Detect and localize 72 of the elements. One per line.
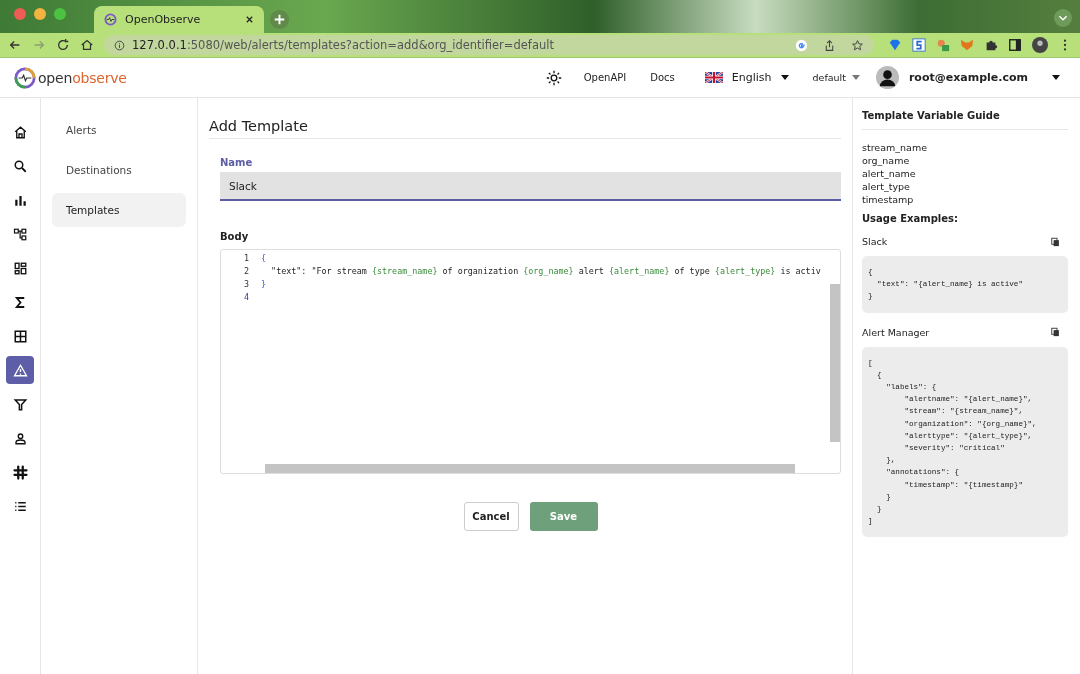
code-editor[interactable]: 1 { 2 "text": "For stream {stream_name} of organization {org_name} alert {alert_name} of type {alert_type} is activ 3 } 4: [220, 249, 841, 474]
user-icon: [14, 432, 26, 444]
submenu-item[interactable]: Templates: [52, 193, 186, 227]
logo-icon: [104, 13, 117, 26]
flag-icon: [704, 72, 723, 83]
code-line: {: [261, 252, 267, 263]
minimize-window-button[interactable]: [34, 8, 46, 20]
home-icon[interactable]: [80, 38, 94, 52]
variable-name: alert_name: [862, 168, 917, 179]
logo-icon: [14, 66, 36, 89]
table-icon: [14, 330, 26, 342]
copy-icon[interactable]: [1051, 236, 1060, 247]
guide-title: Template Variable Guide: [862, 110, 1068, 130]
header-link[interactable]: OpenAPI: [583, 72, 627, 83]
sigma-icon: [14, 296, 25, 308]
cancel-button[interactable]: Cancel: [463, 502, 519, 531]
caret-icon: [1052, 75, 1060, 80]
back-arrow-icon[interactable]: [8, 38, 22, 52]
line-number: 3: [242, 278, 249, 289]
submenu-item[interactable]: Alerts: [52, 113, 186, 147]
search-icon: [14, 160, 27, 173]
organization-selector[interactable]: default: [812, 72, 860, 83]
bar-chart-icon: [14, 195, 26, 206]
list-icon: [14, 501, 26, 511]
section-title: Usage Examples:: [862, 213, 959, 224]
reload-icon[interactable]: [56, 38, 70, 52]
scrollbar[interactable]: [830, 284, 840, 442]
user-menu[interactable]: root@example.com: [875, 66, 1060, 89]
avatar-icon: [875, 66, 899, 89]
line-number: 2: [242, 265, 249, 276]
variable-name: alert_type: [862, 181, 911, 192]
google-icon[interactable]: [795, 38, 808, 52]
header-link[interactable]: Docs: [650, 72, 675, 83]
dashboard-icon: [14, 262, 26, 274]
example-title: Slack: [862, 236, 888, 247]
line-number: 1: [242, 252, 249, 263]
address-bar[interactable]: 127.0.0.1:5080/web/alerts/templates?action=add&org_identifier=default: [104, 35, 874, 55]
example-title: Alert Manager: [862, 326, 930, 338]
sidebar-icon[interactable]: [1008, 38, 1022, 52]
profile-avatar-icon[interactable]: [1032, 37, 1048, 53]
field-label: Body: [220, 231, 250, 242]
code-line: "text": "For stream {stream_name} of organization {org_name} alert {alert_name} of type {alert_type} is activ: [270, 265, 821, 276]
browser-tab[interactable]: OpenObserve: [94, 6, 264, 33]
name-input-field[interactable]: Slack: [220, 172, 841, 201]
code-line: }: [261, 278, 267, 289]
share-icon[interactable]: [823, 38, 836, 52]
submenu-item[interactable]: Destinations: [52, 153, 186, 187]
scrollbar[interactable]: [265, 464, 795, 473]
page-title: Add Template: [209, 118, 841, 139]
warning-icon: [12, 363, 28, 376]
puzzle-icon[interactable]: [984, 38, 998, 52]
caret-icon: [851, 75, 860, 80]
home-icon: [14, 125, 26, 138]
field-label: Name: [220, 157, 254, 168]
line-number: 4: [242, 291, 249, 302]
language-selector[interactable]: English: [704, 71, 789, 84]
close-icon[interactable]: [245, 15, 254, 24]
sun-icon[interactable]: [545, 69, 562, 86]
chevron-down-icon[interactable]: [1054, 9, 1072, 27]
new-tab-icon[interactable]: [270, 10, 289, 29]
filter-icon: [13, 398, 27, 410]
variable-name: timestamp: [862, 194, 915, 205]
extension-icon[interactable]: [912, 38, 926, 52]
caret-icon: [780, 75, 789, 80]
copy-icon[interactable]: [1051, 327, 1060, 338]
hierarchy-icon: [13, 228, 26, 240]
diamond-extension-icon[interactable]: [888, 38, 902, 52]
star-icon[interactable]: [851, 38, 864, 52]
variable-name: stream_name: [862, 142, 928, 153]
logo-text: openobserve: [38, 69, 127, 86]
variable-name: org_name: [862, 155, 911, 166]
info-icon: [114, 39, 125, 51]
